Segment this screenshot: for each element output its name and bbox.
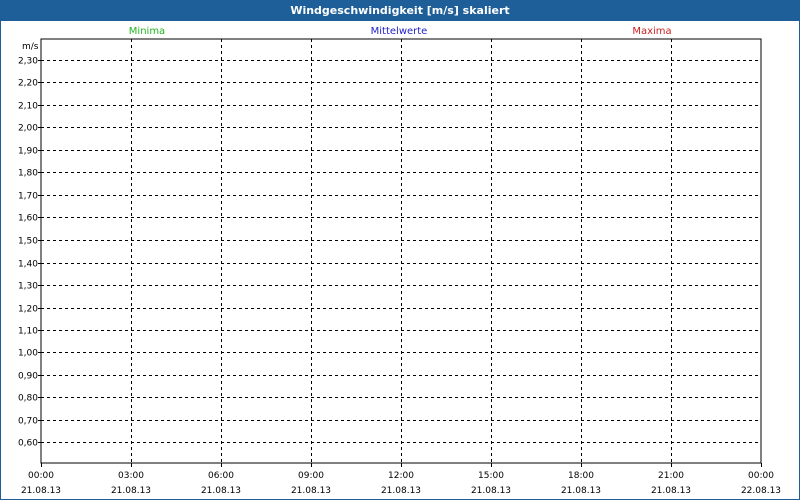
x-axis-tick-time-label: 12:00 — [388, 471, 414, 481]
y-axis-tick-label: 0,80 — [18, 394, 38, 404]
chart-window: Windgeschwindigkeit [m/s] skaliert m/s 2… — [0, 0, 800, 500]
y-axis-tick-label: 0,90 — [18, 372, 38, 382]
x-axis-tick-time-label: 03:00 — [118, 471, 144, 481]
y-axis-tick-label: 2,20 — [18, 79, 38, 89]
y-axis-tick-label: 1,30 — [18, 282, 38, 292]
x-axis-tick-time-label: 00:00 — [28, 471, 54, 481]
legend-entry-mittelwerte: Mittelwerte — [371, 26, 428, 37]
y-axis-tick-label: 1,70 — [18, 192, 38, 202]
x-axis-tick-time-label: 00:00 — [748, 471, 774, 481]
y-axis-tick-label: 1,00 — [18, 349, 38, 359]
y-axis-tick-label: 1,50 — [18, 237, 38, 247]
x-axis-tick-date-label: 21.08.13 — [651, 486, 691, 496]
y-axis-tick-label: 1,40 — [18, 260, 38, 270]
y-axis-tick-label: 2,30 — [18, 57, 38, 67]
x-axis-tick-date-label: 21.08.13 — [561, 486, 601, 496]
y-axis-tick-label: 1,80 — [18, 169, 38, 179]
x-axis-tick-date-label: 21.08.13 — [21, 486, 61, 496]
y-axis-unit-label: m/s — [22, 42, 39, 52]
legend-entry-minima: Minima — [129, 26, 165, 37]
x-axis-tick-date-label: 21.08.13 — [471, 486, 511, 496]
x-axis-tick-date-label: 21.08.13 — [381, 486, 421, 496]
y-axis-tick-label: 2,10 — [18, 102, 38, 112]
wind-speed-chart: m/s 2,30 2,20 2,10 2,00 1,90 1,80 1,70 1,60 1,50… — [18, 26, 781, 496]
legend-entry-maxima: Maxima — [632, 26, 671, 37]
x-axis-tick-time-label: 18:00 — [568, 471, 594, 481]
y-axis-tick-label: 1,10 — [18, 327, 38, 337]
y-axis-tick-label: 1,20 — [18, 305, 38, 315]
y-axis-tick-label: 0,60 — [18, 439, 38, 449]
x-axis-tick-date-label: 21.08.13 — [291, 486, 331, 496]
x-axis-tick-time-label: 09:00 — [298, 471, 324, 481]
x-axis-tick-date-label: 22.08.13 — [741, 486, 781, 496]
x-axis-tick-time-label: 21:00 — [658, 471, 684, 481]
y-axis-tick-label: 1,60 — [18, 214, 38, 224]
x-axis-tick-time-label: 15:00 — [478, 471, 504, 481]
x-axis-tick-date-label: 21.08.13 — [201, 486, 241, 496]
y-axis-tick-label: 0,70 — [18, 417, 38, 427]
y-axis-tick-label: 1,90 — [18, 147, 38, 157]
x-axis-tick-time-label: 06:00 — [208, 471, 234, 481]
y-axis-tick-label: 2,00 — [18, 124, 38, 134]
x-axis-tick-date-label: 21.08.13 — [111, 486, 151, 496]
